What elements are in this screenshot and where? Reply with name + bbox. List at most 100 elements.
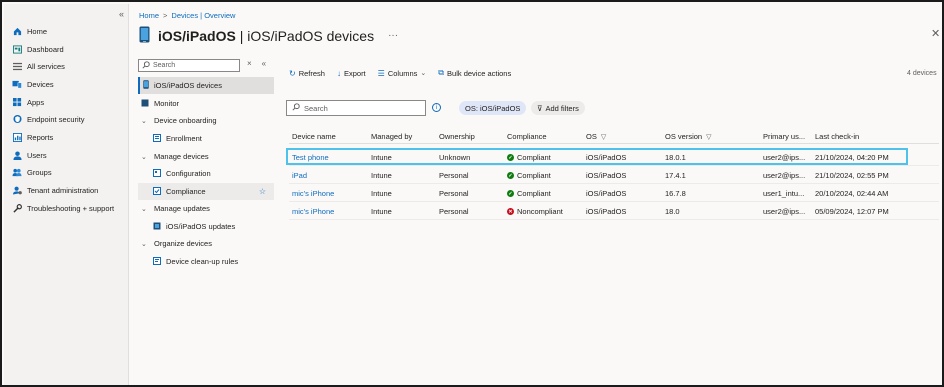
collapse-nav-icon[interactable]: « (119, 9, 124, 19)
blade-search-placeholder: Search (153, 62, 176, 69)
menu-item-device-cleanup-rules[interactable]: Device clean-up rules (138, 253, 274, 270)
menu-group-device-onboarding[interactable]: ⌄ Device onboarding (138, 112, 274, 129)
row-highlight-box (286, 148, 908, 165)
menu-group-manage-devices[interactable]: ⌄ Manage devices (138, 148, 274, 165)
chevron-down-icon: ⌄ (141, 205, 147, 213)
nav-item-troubleshooting[interactable]: Troubleshooting + support (12, 201, 114, 215)
nav-label: Home (27, 26, 48, 36)
column-header-device-name[interactable]: Device name (292, 132, 336, 141)
breadcrumb-devices[interactable]: Devices | Overview (171, 11, 235, 20)
table-row[interactable]: mic's iPhone Intune Personal ✕ Noncomplia… (289, 202, 939, 220)
filter-icon: ⊽ (537, 103, 543, 113)
refresh-label: Refresh (298, 68, 325, 78)
device-search-placeholder: Search (304, 103, 328, 113)
menu-item-configuration[interactable]: Configuration (138, 165, 274, 182)
last-check-in-cell: 20/10/2024, 02:44 AM (815, 189, 889, 198)
os-version-cell: 17.4.1 (665, 171, 686, 180)
wrench-icon (12, 203, 22, 213)
nav-item-groups[interactable]: Groups (12, 165, 52, 179)
nav-item-home[interactable]: Home (12, 24, 47, 38)
menu-group-organize-devices[interactable]: ⌄ Organize devices (138, 235, 274, 252)
refresh-icon: ↻ (289, 68, 296, 78)
bulk-actions-label: Bulk device actions (447, 68, 512, 78)
column-header-os[interactable]: OS ▽ (586, 132, 606, 141)
page-title: iOS/iPadOS | iOS/iPadOS devices (158, 28, 374, 44)
column-header-ownership[interactable]: Ownership (439, 132, 475, 141)
nav-item-reports[interactable]: Reports (12, 130, 53, 144)
column-header-os-version[interactable]: OS version ▽ (665, 132, 712, 141)
close-icon[interactable]: ✕ (931, 27, 940, 40)
info-icon[interactable]: i (432, 103, 441, 112)
last-check-in-cell: 21/10/2024, 02:55 PM (815, 171, 889, 180)
error-circle-icon: ✕ (507, 208, 514, 215)
chevron-down-icon: ⌄ (141, 117, 147, 125)
apps-icon (12, 97, 22, 107)
ownership-cell: Personal (439, 189, 469, 198)
add-filters-label: Add filters (545, 103, 579, 113)
menu-item-ios-updates[interactable]: iOS/iPadOS updates (138, 218, 274, 235)
favorite-star-icon[interactable]: ☆ (259, 187, 266, 196)
blade-search-input[interactable]: Search (138, 59, 240, 72)
cleanup-icon (153, 256, 161, 267)
table-row[interactable]: mic's iPhone Intune Personal ✓ Compliant … (289, 184, 939, 202)
table-header: Device name Managed by Ownership Complia… (289, 130, 939, 144)
nav-item-dashboard[interactable]: Dashboard (12, 42, 64, 56)
column-header-last-check-in[interactable]: Last check-in (815, 132, 859, 141)
menu-item-monitor[interactable]: Monitor (138, 95, 274, 112)
portal-left-nav: « Home Dashboard All services Devices Ap… (4, 4, 129, 385)
ownership-cell: Personal (439, 171, 469, 180)
menu-item-label: Enrollment (166, 134, 202, 143)
collapse-menu-icon[interactable]: « (262, 59, 266, 68)
last-check-in-cell: 05/09/2024, 12:07 PM (815, 207, 889, 216)
menu-group-manage-updates[interactable]: ⌄ Manage updates (138, 200, 274, 217)
nav-item-endpoint-security[interactable]: Endpoint security (12, 112, 85, 126)
os-cell: iOS/iPadOS (586, 207, 627, 216)
menu-item-enrollment[interactable]: Enrollment (138, 130, 274, 147)
menu-item-label: iOS/iPadOS devices (154, 81, 222, 90)
search-icon (142, 60, 150, 71)
menu-item-label: iOS/iPadOS updates (166, 222, 236, 231)
nav-label: Reports (27, 132, 54, 142)
nav-item-all-services[interactable]: All services (12, 59, 65, 73)
nav-item-tenant-administration[interactable]: Tenant administration (12, 183, 98, 197)
column-header-managed-by[interactable]: Managed by (371, 132, 412, 141)
menu-item-label: Device clean-up rules (166, 257, 239, 266)
tenant-icon (12, 185, 22, 195)
device-name-link[interactable]: mic's iPhone (292, 189, 334, 198)
column-header-primary-user[interactable]: Primary us... (763, 132, 805, 141)
device-search-input[interactable]: Search (286, 100, 426, 116)
device-name-link[interactable]: iPad (292, 171, 307, 180)
add-filters-button[interactable]: ⊽ Add filters (531, 101, 585, 115)
list-icon (12, 61, 22, 71)
phone-icon (143, 80, 149, 91)
home-icon (12, 26, 22, 36)
menu-item-compliance[interactable]: Compliance ☆ (138, 183, 274, 200)
filter-icon[interactable]: ▽ (706, 133, 711, 141)
shield-icon (12, 114, 22, 124)
nav-item-devices[interactable]: Devices (12, 77, 54, 91)
columns-label: Columns (387, 68, 418, 78)
menu-item-ios-devices[interactable]: iOS/iPadOS devices (138, 77, 274, 94)
user-icon (12, 150, 22, 160)
os-filter-pill[interactable]: OS: iOS/iPadOS (459, 101, 527, 115)
refresh-button[interactable]: ↻ Refresh (289, 69, 325, 78)
enrollment-icon (153, 133, 161, 144)
check-circle-icon: ✓ (507, 190, 514, 197)
clear-search-icon[interactable]: × (247, 59, 252, 68)
device-name-link[interactable]: mic's iPhone (292, 207, 334, 216)
nav-item-users[interactable]: Users (12, 148, 47, 162)
table-row[interactable]: iPad Intune Personal ✓ Compliant iOS/iPad… (289, 166, 939, 184)
chevron-down-icon: ⌄ (141, 240, 147, 248)
primary-user-cell: user2@ips... (763, 207, 806, 216)
column-header-compliance[interactable]: Compliance (507, 132, 547, 141)
export-button[interactable]: ↓ Export (337, 69, 366, 78)
columns-button[interactable]: ☰ Columns ⌄ (378, 69, 427, 78)
nav-label: Groups (27, 167, 52, 177)
bulk-actions-button[interactable]: ⧉ Bulk device actions (438, 68, 511, 78)
more-options-icon[interactable]: ··· (388, 30, 398, 41)
filter-icon[interactable]: ▽ (601, 133, 606, 141)
devices-icon (12, 79, 22, 89)
nav-item-apps[interactable]: Apps (12, 95, 44, 109)
breadcrumb-home[interactable]: Home (139, 11, 159, 20)
menu-item-label: Compliance (166, 187, 206, 196)
